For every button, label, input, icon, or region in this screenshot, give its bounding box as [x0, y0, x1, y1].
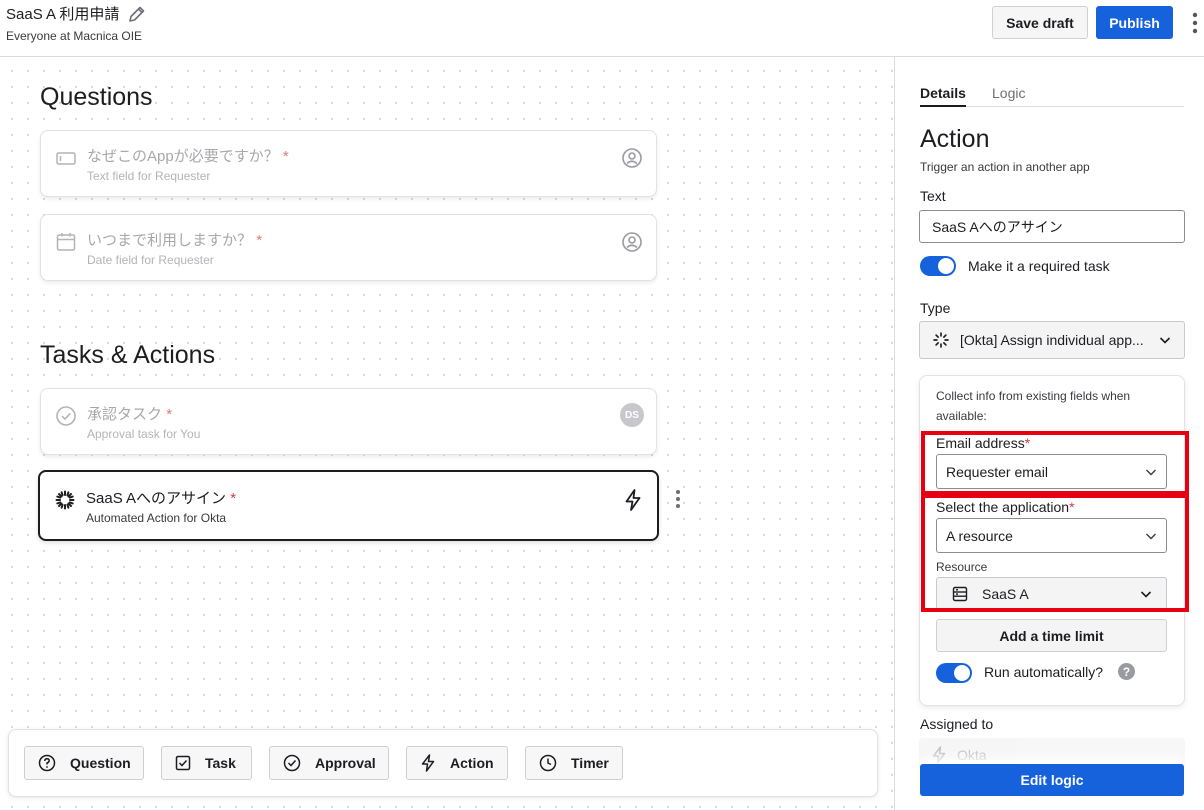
required-toggle-label: Make it a required task	[968, 258, 1110, 274]
tab-logic[interactable]: Logic	[992, 85, 1025, 101]
add-question-label: Question	[70, 755, 131, 771]
help-icon[interactable]: ?	[1118, 663, 1135, 680]
lightning-icon	[932, 745, 946, 764]
question-circle-icon	[38, 754, 56, 772]
add-question-button[interactable]: Question	[24, 746, 144, 780]
task-subtitle: Approval task for You	[87, 427, 201, 441]
okta-icon	[933, 332, 949, 348]
add-task-button[interactable]: Task	[161, 746, 252, 780]
add-time-limit-button[interactable]: Add a time limit	[936, 619, 1167, 652]
type-select-value: [Okta] Assign individual app...	[960, 332, 1144, 348]
add-approval-button[interactable]: Approval	[269, 746, 389, 780]
add-action-button[interactable]: Action	[406, 746, 508, 780]
question-title: なぜこのAppが必要ですか？ *	[87, 148, 289, 165]
title-row: SaaS A 利用申請	[6, 3, 147, 24]
add-step-toolbar: Question Task Approval Action Timer	[8, 729, 878, 797]
assigned-label: Assigned to	[920, 716, 994, 732]
lightning-icon	[625, 489, 641, 511]
assignee-avatar: DS	[620, 403, 644, 427]
required-toggle[interactable]	[920, 256, 956, 276]
question-card[interactable]: いつまで利用しますか？ * Date field for Requester	[40, 214, 657, 281]
action-subtitle: Automated Action for Okta	[86, 511, 227, 525]
flow-canvas: Questions なぜこのAppが必要ですか？ * Text field fo…	[0, 57, 895, 810]
lightning-icon	[421, 754, 435, 772]
highlight-application-box	[921, 494, 1189, 612]
edit-logic-button[interactable]: Edit logic	[920, 764, 1184, 796]
task-title: 承認タスク *	[87, 406, 173, 423]
question-title: いつまで利用しますか？ *	[87, 232, 263, 249]
check-circle-icon	[56, 406, 76, 426]
flow-audience: Everyone at Macnica OIE	[6, 29, 143, 43]
chevron-down-icon	[1159, 337, 1171, 344]
tab-details[interactable]: Details	[920, 85, 966, 107]
action-card-selected[interactable]: SaaS Aへのアサイン * Automated Action for Okta	[38, 470, 659, 541]
question-subtitle: Text field for Requester	[87, 169, 211, 183]
task-card[interactable]: 承認タスク * Approval task for You DS	[40, 388, 657, 455]
highlight-email-box	[921, 431, 1189, 495]
collect-info-text: Collect info from existing fields when a…	[936, 389, 1131, 423]
text-field-icon	[56, 152, 76, 165]
user-circle-icon	[622, 148, 642, 168]
add-action-label: Action	[450, 755, 494, 771]
top-header: SaaS A 利用申請 Everyone at Macnica OIE Save…	[0, 0, 1204, 57]
check-circle-icon	[283, 754, 301, 772]
card-more-icon[interactable]	[673, 489, 683, 509]
calendar-icon	[56, 233, 76, 251]
questions-title: Questions	[40, 83, 153, 111]
more-menu-icon[interactable]	[1190, 10, 1200, 36]
run-automatically-label: Run automatically?	[984, 664, 1104, 680]
flow-title: SaaS A 利用申請	[6, 6, 120, 23]
pencil-icon[interactable]	[127, 4, 147, 24]
question-subtitle: Date field for Requester	[87, 253, 214, 267]
add-approval-label: Approval	[315, 755, 376, 771]
okta-icon	[55, 490, 75, 510]
action-title: SaaS Aへのアサイン *	[86, 490, 237, 507]
add-timer-button[interactable]: Timer	[525, 746, 623, 780]
add-timer-label: Timer	[571, 755, 609, 771]
assigned-value: Okta	[957, 746, 987, 763]
type-label: Type	[920, 300, 951, 316]
publish-button[interactable]: Publish	[1096, 6, 1173, 39]
type-select[interactable]: [Okta] Assign individual app...	[919, 321, 1185, 359]
run-automatically-toggle[interactable]	[936, 663, 972, 683]
details-panel: Details Logic Action Trigger an action i…	[896, 57, 1204, 810]
action-text-input[interactable]	[919, 210, 1185, 243]
add-task-label: Task	[205, 755, 236, 771]
clock-icon	[539, 754, 557, 772]
panel-subtitle: Trigger an action in another app	[920, 160, 1090, 174]
checkbox-icon	[175, 755, 191, 771]
save-draft-button[interactable]: Save draft	[992, 6, 1088, 39]
text-label: Text	[920, 188, 946, 204]
panel-tabs: Details Logic	[920, 85, 1184, 107]
question-card[interactable]: なぜこのAppが必要ですか？ * Text field for Requeste…	[40, 130, 657, 197]
panel-title: Action	[920, 125, 990, 153]
user-circle-icon	[622, 232, 642, 252]
tasks-title: Tasks & Actions	[40, 341, 216, 369]
